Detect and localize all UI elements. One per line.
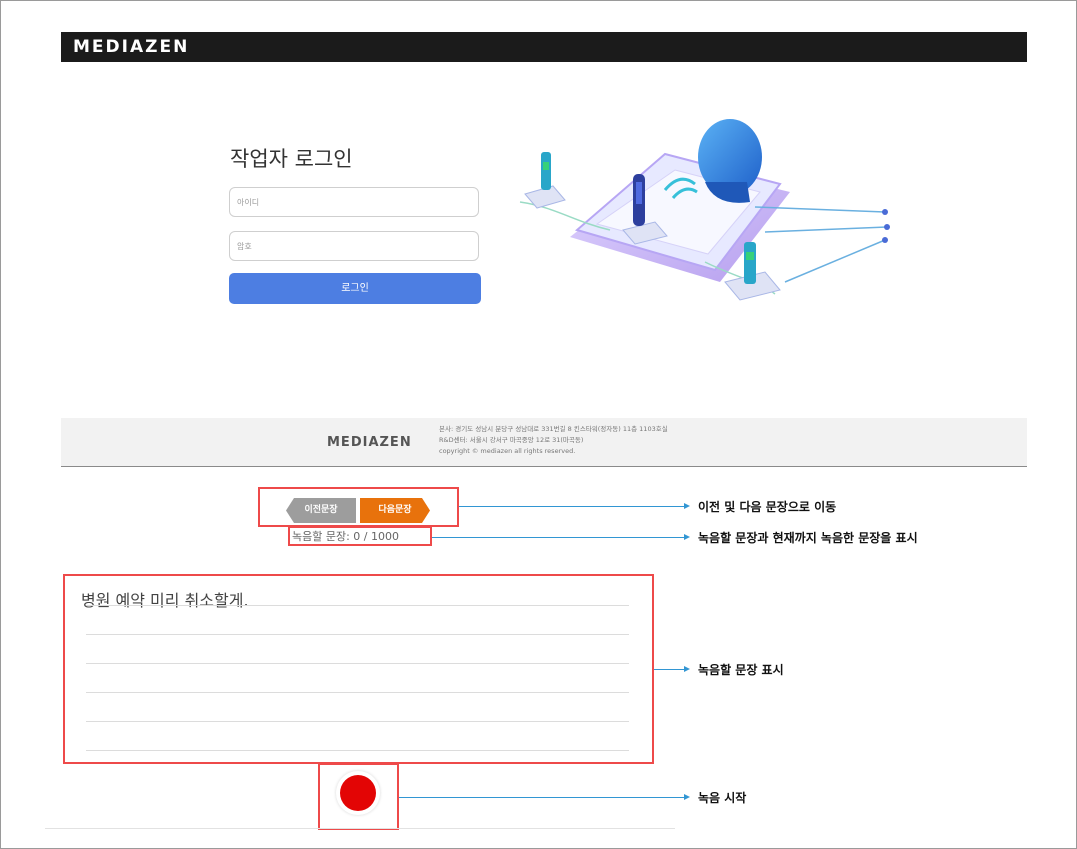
sentence-progress: 녹음할 문장: 0 / 1000 xyxy=(292,530,399,543)
footer-address-rnd: R&D센터: 서울시 강서구 마곡중앙 12로 31(마곡동) xyxy=(439,436,584,444)
footer-info: 본사: 경기도 성남시 분당구 성남대로 331번길 8 킨스타워(정자동) 1… xyxy=(439,424,668,457)
login-title: 작업자 로그인 xyxy=(230,147,353,171)
footer-logo: MEDIAZEN xyxy=(327,435,412,450)
callout-line-nav xyxy=(459,506,685,507)
arrow-icon xyxy=(684,794,690,800)
record-dot-icon xyxy=(340,775,376,811)
sentence-line xyxy=(86,721,629,722)
callout-record: 녹음 시작 xyxy=(698,791,747,805)
callout-line-progress xyxy=(432,537,685,538)
footer: MEDIAZEN 본사: 경기도 성남시 분당구 성남대로 331번길 8 킨스… xyxy=(61,418,1027,467)
sentence-line xyxy=(86,663,629,664)
sentence-text: 병원 예약 미리 취소할게. xyxy=(81,591,249,610)
arrow-icon xyxy=(684,666,690,672)
sentence-line xyxy=(86,692,629,693)
prev-sentence-button[interactable]: 이전문장 xyxy=(286,498,356,523)
footer-copyright: copyright © mediazen all rights reserved… xyxy=(439,447,576,455)
header-bar: MEDIAZEN xyxy=(61,32,1027,62)
callout-line-sentence xyxy=(654,669,685,670)
id-input[interactable]: 아이디 xyxy=(229,187,479,217)
voice-technology-illustration xyxy=(519,119,890,301)
sentence-line xyxy=(86,750,629,751)
callout-sentence: 녹음할 문장 표시 xyxy=(698,663,784,677)
callout-nav: 이전 및 다음 문장으로 이동 xyxy=(698,500,837,514)
password-input[interactable]: 암호 xyxy=(229,231,479,261)
next-sentence-button[interactable]: 다음문장 xyxy=(360,498,430,523)
callout-progress: 녹음할 문장과 현재까지 녹음한 문장을 표시 xyxy=(698,531,918,545)
sentence-line xyxy=(86,634,629,635)
record-button[interactable] xyxy=(336,771,380,815)
mediazen-logo[interactable]: MEDIAZEN xyxy=(73,37,189,57)
divider xyxy=(45,828,675,829)
arrow-icon xyxy=(684,503,690,509)
login-button[interactable]: 로그인 xyxy=(229,273,481,304)
footer-address-hq: 본사: 경기도 성남시 분당구 성남대로 331번길 8 킨스타워(정자동) 1… xyxy=(439,425,668,433)
callout-line-record xyxy=(399,797,685,798)
nav-highlight-box xyxy=(258,487,459,527)
sentence-line xyxy=(86,605,629,606)
arrow-icon xyxy=(684,534,690,540)
